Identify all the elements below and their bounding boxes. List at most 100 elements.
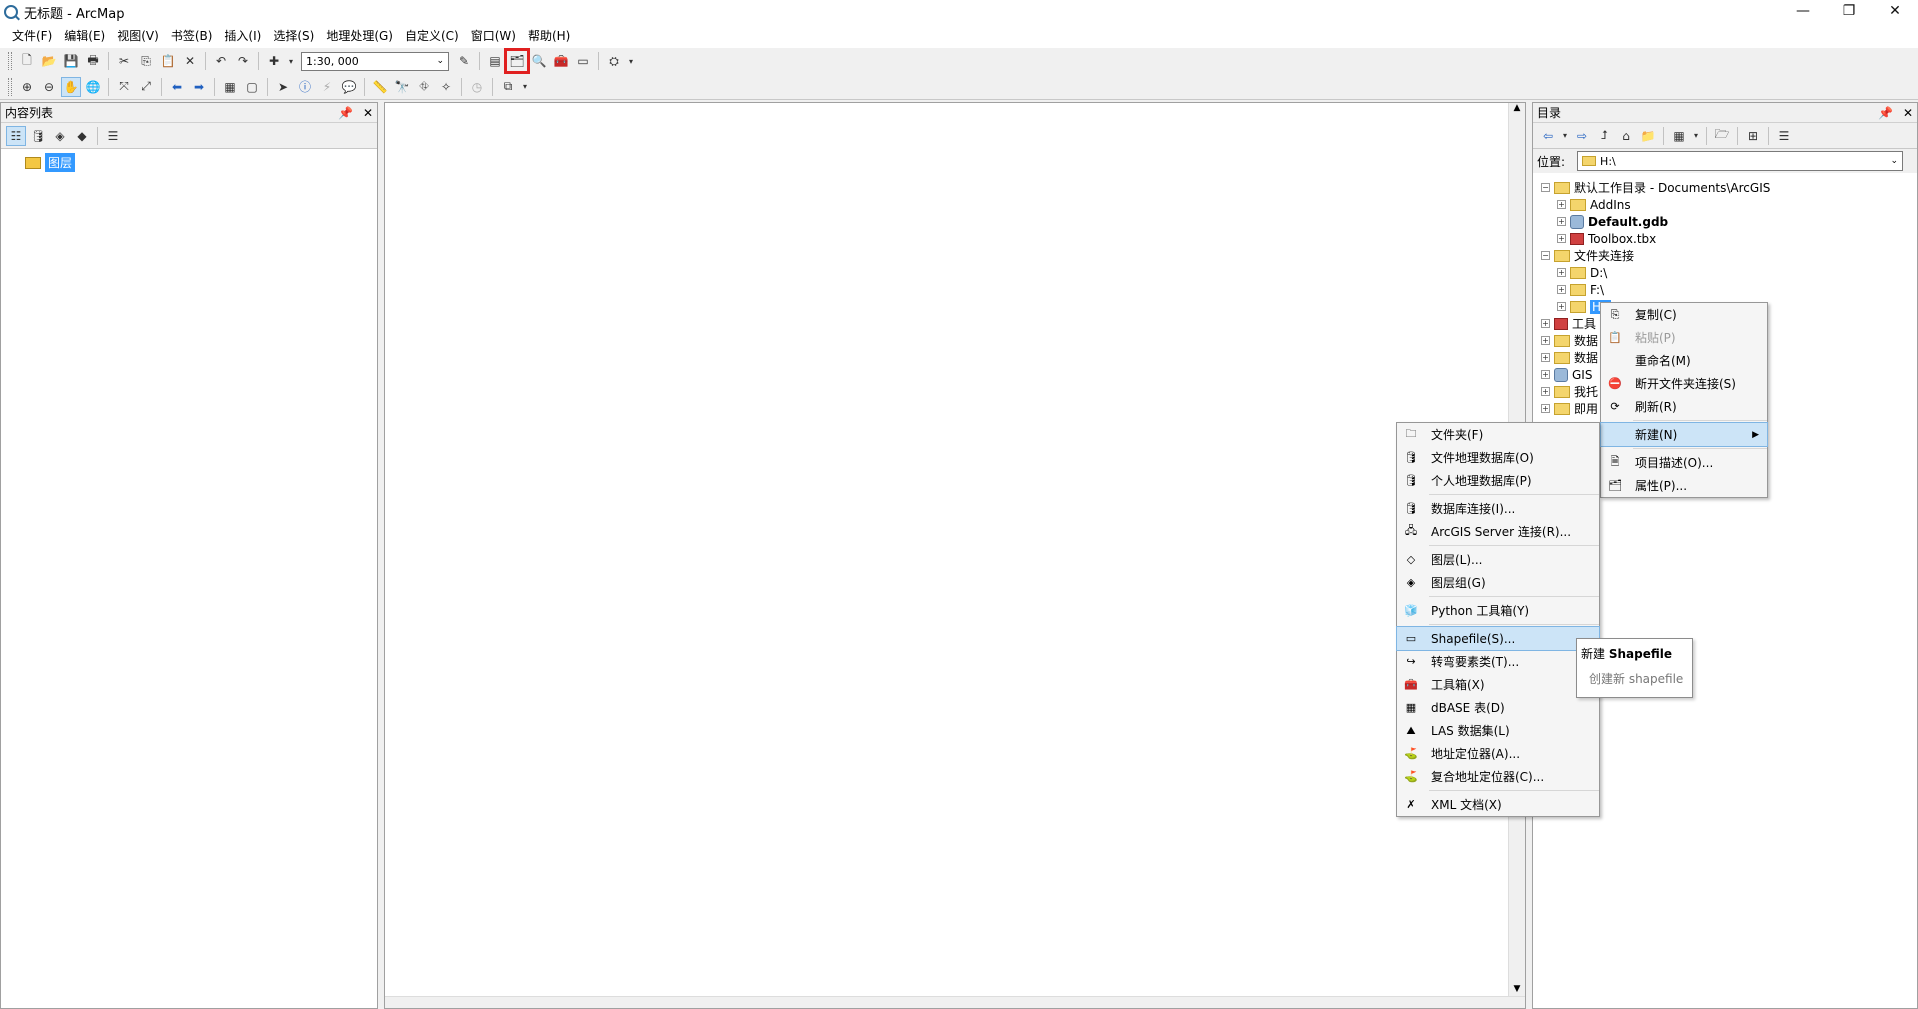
home-icon[interactable]: ⌂ <box>1617 127 1635 145</box>
map-scale-combobox[interactable]: 1:30, 000 ⌄ <box>301 51 449 71</box>
menu-item[interactable]: ⎘ 复制(C) <box>1601 303 1767 326</box>
go-back-icon[interactable]: ⬅ <box>168 78 186 96</box>
python-window-icon[interactable]: ▭ <box>574 52 592 70</box>
copy-icon[interactable]: ⎘ <box>137 52 155 70</box>
menu-item[interactable]: ⛳ 复合地址定位器(C)... <box>1397 765 1599 788</box>
catalog-tree-item[interactable]: + F:\ <box>1541 281 1770 298</box>
full-extent-icon[interactable]: 🌐 <box>84 78 102 96</box>
menu-bookmarks[interactable]: 书签(B) <box>165 24 219 48</box>
list-by-visibility-icon[interactable]: ◈ <box>51 127 69 145</box>
zoom-in-icon[interactable]: ⊕ <box>18 78 36 96</box>
menu-selection[interactable]: 选择(S) <box>267 24 320 48</box>
list-by-selection-icon[interactable]: ◆ <box>73 127 91 145</box>
toolbar-options-icon[interactable]: ▾ <box>627 52 635 70</box>
identify-icon[interactable]: ⓘ <box>296 78 314 96</box>
menu-item[interactable]: 🗎 项目描述(O)... <box>1601 451 1767 474</box>
expand-icon[interactable]: + <box>1541 387 1550 396</box>
create-viewer-window-icon[interactable]: ⧉ <box>499 78 517 96</box>
menu-item[interactable]: 🧊 Python 工具箱(Y) <box>1397 599 1599 622</box>
fixed-zoom-out-icon[interactable]: ⤢ <box>137 78 155 96</box>
menu-item[interactable]: 🧰 工具箱(X) <box>1397 673 1599 696</box>
forward-icon[interactable]: ⇨ <box>1573 127 1591 145</box>
toc-options-icon[interactable]: ☰ <box>104 127 122 145</box>
html-popup-icon[interactable]: 💬 <box>340 78 358 96</box>
catalog-tree-item[interactable]: − 默认工作目录 - Documents\ArcGIS <box>1541 179 1770 196</box>
menu-item[interactable]: ◈ 图层组(G) <box>1397 571 1599 594</box>
menu-help[interactable]: 帮助(H) <box>522 24 576 48</box>
map-display[interactable]: ▲ ▼ <box>384 102 1526 1009</box>
menu-item[interactable]: ▭ Shapefile(S)... <box>1396 626 1600 651</box>
expand-icon[interactable]: + <box>1557 234 1566 243</box>
views-dropdown-icon[interactable]: ▾ <box>1692 127 1700 145</box>
catalog-tree-item[interactable]: + Toolbox.tbx <box>1541 230 1770 247</box>
pan-icon[interactable]: ✋ <box>61 76 81 97</box>
menu-item[interactable]: ⛳ 地址定位器(A)... <box>1397 742 1599 765</box>
menu-item[interactable]: ⛰ LAS 数据集(L) <box>1397 719 1599 742</box>
time-slider-icon[interactable]: ◷ <box>468 78 486 96</box>
toolbar-grip[interactable] <box>8 52 12 70</box>
menu-file[interactable]: 文件(F) <box>6 24 58 48</box>
zoom-out-icon[interactable]: ⊖ <box>40 78 58 96</box>
catalog-options-icon[interactable]: ☰ <box>1775 127 1793 145</box>
location-combobox[interactable]: H:\ ⌄ <box>1577 151 1904 171</box>
menu-geoprocessing[interactable]: 地理处理(G) <box>320 24 399 48</box>
select-features-icon[interactable]: ▦ <box>221 78 239 96</box>
table-of-contents-window-icon[interactable]: ▤ <box>486 52 504 70</box>
menu-item[interactable]: 🛢 数据库连接(I)... <box>1397 497 1599 520</box>
expand-icon[interactable]: + <box>1557 200 1566 209</box>
catalog-tree-item[interactable]: + AddIns <box>1541 196 1770 213</box>
toolbar-options-icon[interactable]: ▾ <box>521 78 529 96</box>
menu-item[interactable]: 🛢 个人地理数据库(P) <box>1397 469 1599 492</box>
redo-icon[interactable]: ↷ <box>234 52 252 70</box>
save-icon[interactable]: 💾 <box>62 52 80 70</box>
scroll-up-icon[interactable]: ▲ <box>1509 103 1525 113</box>
menu-item[interactable]: 🗂 属性(P)... <box>1601 474 1767 497</box>
find-route-icon[interactable]: ⛗ <box>415 78 433 96</box>
toggle-contents-icon[interactable]: ⊞ <box>1744 127 1762 145</box>
menu-item[interactable]: ↪ 转弯要素类(T)... <box>1397 650 1599 673</box>
up-one-level-icon[interactable]: ⮥ <box>1595 127 1613 145</box>
delete-icon[interactable]: ✕ <box>181 52 199 70</box>
catalog-tree-item[interactable]: + Default.gdb <box>1541 213 1770 230</box>
open-icon[interactable]: 📂 <box>40 52 58 70</box>
expand-icon[interactable]: + <box>1541 319 1550 328</box>
expand-icon[interactable]: + <box>1541 404 1550 413</box>
menu-item[interactable]: ◇ 图层(L)... <box>1397 548 1599 571</box>
catalog-tree-item[interactable]: − 文件夹连接 <box>1541 247 1770 264</box>
layer-label[interactable]: 图层 <box>45 153 76 172</box>
go-to-xy-icon[interactable]: ✧ <box>437 78 455 96</box>
arctoolbox-window-icon[interactable]: 🧰 <box>552 52 570 70</box>
horizontal-scrollbar[interactable] <box>385 996 1525 1008</box>
list-by-source-icon[interactable]: 🛢 <box>29 127 47 145</box>
add-data-dropdown-icon[interactable]: ▾ <box>287 52 295 70</box>
menu-item[interactable]: ▦ dBASE 表(D) <box>1397 696 1599 719</box>
menu-item[interactable]: 🖧 ArcGIS Server 连接(R)... <box>1397 520 1599 543</box>
clear-selection-icon[interactable]: ▢ <box>243 78 261 96</box>
new-document-icon[interactable]: 🗋 <box>18 52 36 70</box>
pin-icon[interactable]: 📌 <box>338 106 353 120</box>
list-by-drawing-order-icon[interactable]: ☷ <box>6 125 26 146</box>
expand-icon[interactable]: + <box>1557 217 1566 226</box>
menu-edit[interactable]: 编辑(E) <box>58 24 111 48</box>
menu-insert[interactable]: 插入(I) <box>218 24 267 48</box>
menu-item[interactable]: 🛢 文件地理数据库(O) <box>1397 446 1599 469</box>
modelbuilder-icon[interactable]: ⛭ <box>605 52 623 70</box>
hyperlink-icon[interactable]: ⚡ <box>318 78 336 96</box>
views-icon[interactable]: ▦ <box>1670 127 1688 145</box>
fixed-zoom-in-icon[interactable]: ⤧ <box>115 78 133 96</box>
back-dropdown-icon[interactable]: ▾ <box>1561 127 1569 145</box>
editor-toolbar-icon[interactable]: ✎ <box>455 52 473 70</box>
menu-item[interactable]: 新建(N) ▶ <box>1600 422 1768 447</box>
select-elements-icon[interactable]: ➤ <box>274 78 292 96</box>
new-folder-icon[interactable]: 🗁 <box>1713 127 1731 145</box>
expand-icon[interactable]: + <box>1557 268 1566 277</box>
expand-icon[interactable]: + <box>1541 353 1550 362</box>
expand-icon[interactable]: + <box>1541 336 1550 345</box>
collapse-icon[interactable]: − <box>1541 183 1550 192</box>
close-button[interactable]: ✕ <box>1872 0 1918 24</box>
menu-item[interactable]: ✗ XML 文档(X) <box>1397 793 1599 816</box>
close-icon[interactable]: ✕ <box>363 106 373 120</box>
expand-icon[interactable]: + <box>1541 370 1550 379</box>
search-window-icon[interactable]: 🔍 <box>530 52 548 70</box>
cut-icon[interactable]: ✂ <box>115 52 133 70</box>
